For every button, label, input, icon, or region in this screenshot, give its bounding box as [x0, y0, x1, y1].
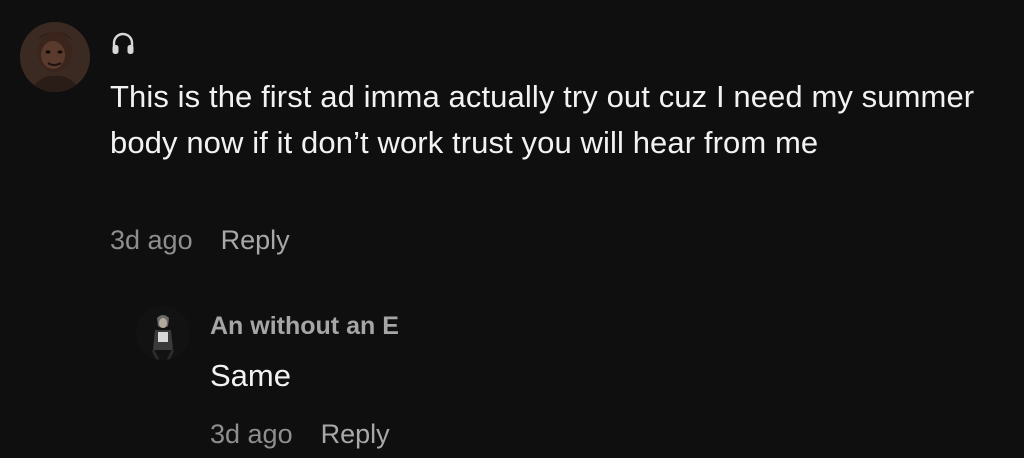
comments-screen: This is the first ad imma actually try o…: [0, 0, 1024, 458]
avatar[interactable]: [136, 306, 190, 360]
comment-text: This is the first ad imma actually try o…: [110, 79, 975, 160]
avatar-photo-icon: [20, 22, 90, 92]
avatar[interactable]: [20, 22, 90, 92]
reply-timestamp: 3d ago: [210, 418, 293, 449]
reply-button[interactable]: Reply: [321, 419, 390, 450]
reply-meta: 3d ago Reply: [210, 414, 390, 454]
comment-timestamp: 3d ago: [110, 224, 193, 255]
reply-button[interactable]: Reply: [221, 225, 290, 256]
reply-text: Same: [210, 358, 291, 393]
avatar-photo-icon: [136, 306, 190, 360]
username[interactable]: An without an E: [210, 312, 399, 341]
headphones-icon: [112, 32, 134, 54]
comment-meta: 3d ago Reply: [110, 220, 290, 260]
